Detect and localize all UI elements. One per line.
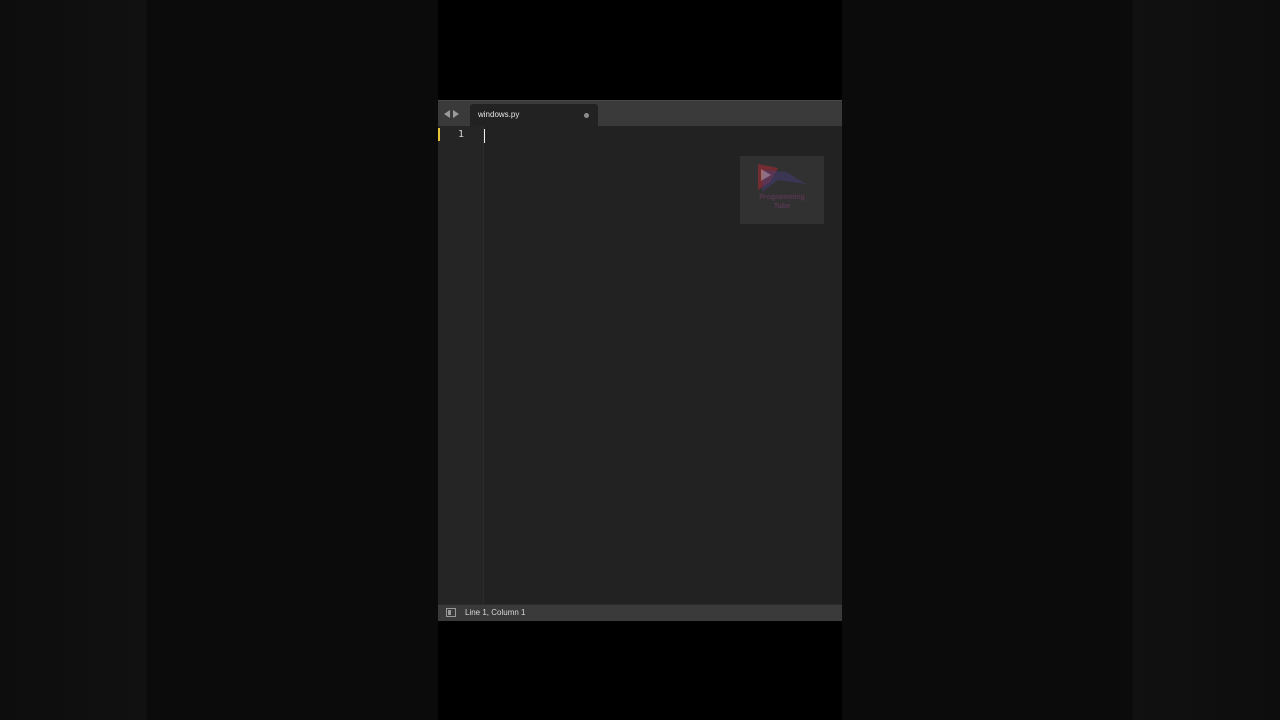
triangle-left-icon[interactable] <box>444 110 450 118</box>
channel-watermark: Programming Tube <box>740 156 824 224</box>
line-number-gutter: 1 <box>438 126 484 604</box>
tab-windows-py[interactable]: windows.py <box>470 104 598 127</box>
code-text-area[interactable]: Programming Tube <box>484 126 842 604</box>
watermark-line-2: Tube <box>773 203 791 210</box>
line-number: 1 <box>457 129 465 140</box>
text-cursor <box>484 129 485 143</box>
triangle-right-icon[interactable] <box>453 110 459 118</box>
sidebar-toggle-icon[interactable] <box>446 608 456 617</box>
letterbox-bottom <box>438 621 842 720</box>
screen: windows.py 1 Programming Tube Line 1, Co… <box>0 0 1280 720</box>
status-bar: Line 1, Column 1 <box>438 604 842 621</box>
current-line-marker <box>438 128 440 141</box>
unsaved-dot-icon[interactable] <box>584 113 589 118</box>
play-flag-logo-icon <box>758 164 806 192</box>
code-editor-window: windows.py 1 Programming Tube Line 1, Co… <box>438 100 842 621</box>
watermark-text: Programming Tube <box>740 193 824 211</box>
tab-filename: windows.py <box>478 110 520 119</box>
blurred-background-left <box>0 0 438 720</box>
blurred-background-right <box>842 0 1280 720</box>
cursor-position: Line 1, Column 1 <box>465 608 526 617</box>
letterbox-top <box>438 0 842 100</box>
watermark-line-1: Programming <box>759 194 805 201</box>
tab-bar: windows.py <box>438 100 842 127</box>
tab-navigation <box>444 107 459 121</box>
